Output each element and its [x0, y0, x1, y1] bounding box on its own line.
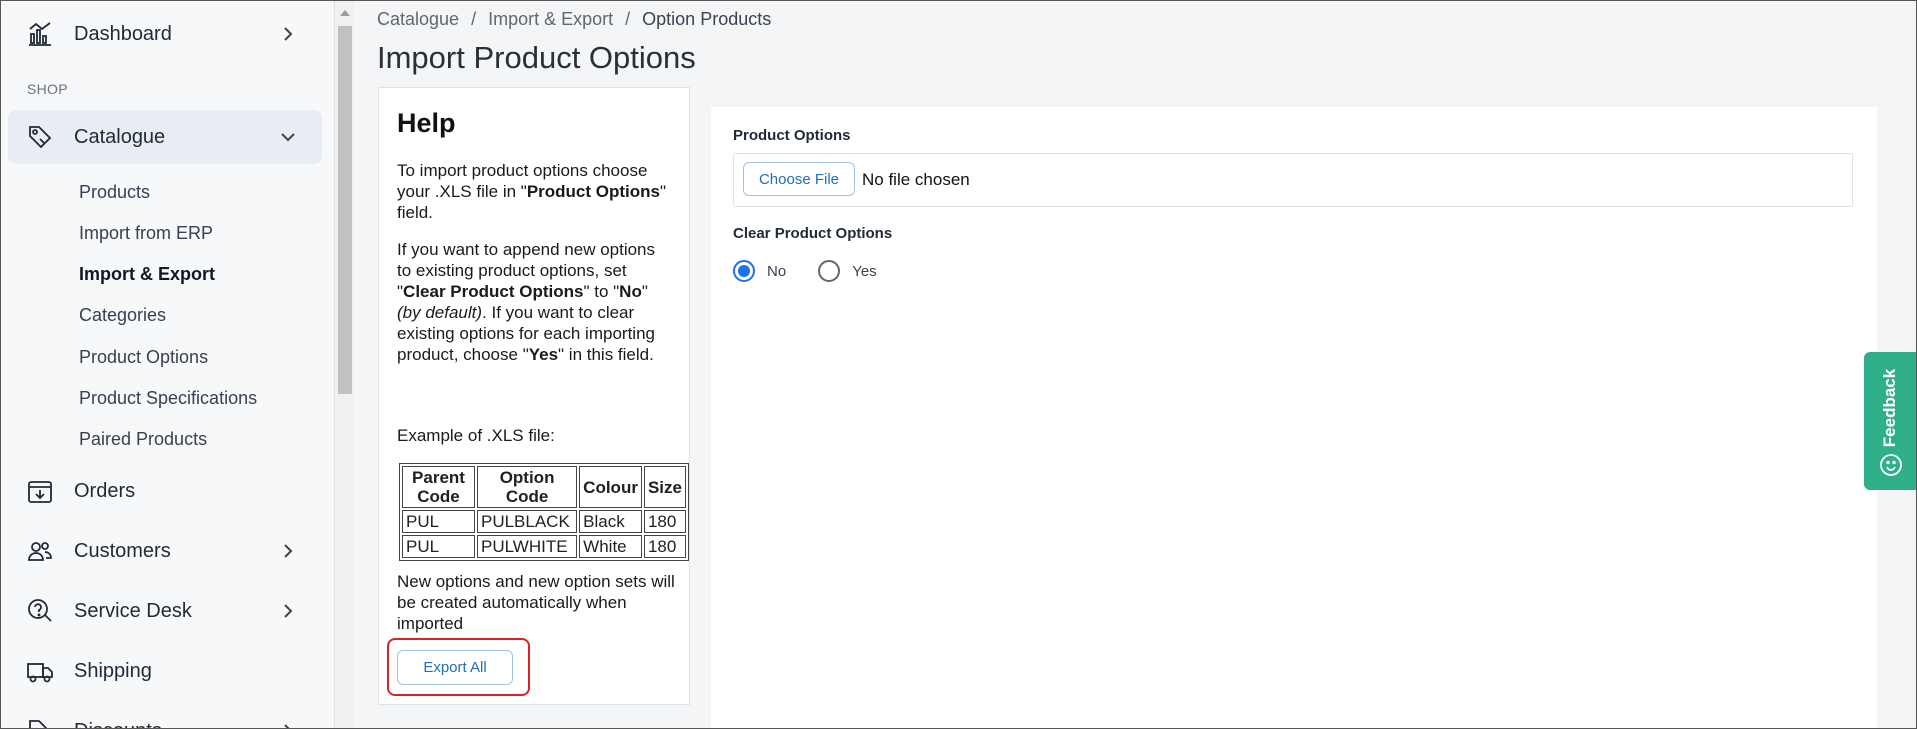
sidebar-item-discounts[interactable]: Discounts: [8, 704, 322, 729]
radio-no-label[interactable]: No: [767, 263, 786, 280]
example-xls-table: Parent Code Option Code Colour Size PUL …: [399, 463, 689, 561]
sidebar-subitem-product-options[interactable]: Product Options: [79, 347, 208, 368]
sidebar: Dashboard SHOP Catalogue Products Import…: [0, 0, 334, 729]
help-paragraph-2: If you want to append new options to exi…: [397, 240, 656, 364]
sidebar-label-catalogue: Catalogue: [74, 125, 166, 148]
chevron-right-icon: [284, 27, 293, 41]
sidebar-item-shipping[interactable]: Shipping: [8, 644, 322, 698]
main-content: Catalogue / Import & Export / Option Pro…: [354, 0, 1917, 729]
product-options-file-input[interactable]: Choose File No file chosen: [733, 153, 1853, 207]
sidebar-label-shipping: Shipping: [74, 659, 152, 682]
help-paragraph-1: To import product options choose your .X…: [397, 161, 667, 222]
sidebar-subitem-import-from-erp[interactable]: Import from ERP: [79, 223, 213, 244]
table-header: Option Code: [476, 466, 578, 508]
help-card: Help To import product options choose yo…: [378, 87, 690, 705]
product-options-label: Product Options: [733, 127, 851, 144]
sidebar-item-service-desk[interactable]: Service Desk: [8, 584, 322, 638]
table-header: Parent Code: [402, 466, 475, 508]
table-cell: PUL: [402, 535, 475, 558]
choose-file-button[interactable]: Choose File: [743, 162, 855, 196]
sidebar-subitem-paired-products[interactable]: Paired Products: [79, 429, 207, 450]
export-all-button[interactable]: Export All: [397, 650, 513, 685]
file-status-text: No file chosen: [862, 170, 970, 189]
sidebar-label-orders: Orders: [74, 479, 136, 502]
help-title: Help: [397, 108, 456, 138]
page-title: Import Product Options: [377, 40, 696, 75]
table-cell: Black: [579, 510, 642, 533]
breadcrumb-separator: /: [625, 9, 631, 29]
chevron-right-icon: [284, 544, 293, 558]
sidebar-item-dashboard[interactable]: Dashboard: [8, 7, 322, 61]
feedback-label-wrap: Feedback: [1872, 360, 1908, 456]
sidebar-scrollbar[interactable]: [334, 0, 354, 729]
smiley-icon: [1880, 454, 1902, 476]
breadcrumb-catalogue[interactable]: Catalogue: [377, 9, 459, 30]
breadcrumb-separator: /: [471, 9, 477, 29]
table-cell: PULBLACK: [476, 510, 578, 533]
table-cell: 180: [643, 535, 686, 558]
help-footer-note: New options and new option sets will be …: [397, 572, 675, 633]
tag-icon: [26, 123, 54, 151]
feedback-label: Feedback: [1880, 368, 1899, 448]
users-icon: [26, 537, 54, 565]
radio-yes[interactable]: [818, 260, 841, 282]
table-header: Colour: [579, 466, 642, 508]
sidebar-label-service-desk: Service Desk: [74, 599, 192, 622]
sidebar-item-customers[interactable]: Customers: [8, 524, 322, 578]
clear-options-radio-group: No Yes: [733, 260, 909, 282]
sidebar-subitem-products[interactable]: Products: [79, 182, 150, 203]
chevron-right-icon: [284, 724, 291, 729]
sidebar-label-dashboard: Dashboard: [74, 22, 172, 45]
box-download-icon: [26, 477, 54, 505]
table-row: PUL PULWHITE White 180: [402, 535, 686, 558]
breadcrumb: Catalogue / Import & Export / Option Pro…: [377, 9, 771, 30]
chevron-down-icon: [281, 133, 295, 142]
table-cell: White: [579, 535, 642, 558]
sidebar-label-customers: Customers: [74, 539, 171, 562]
table-cell: PUL: [402, 510, 475, 533]
table-cell: 180: [643, 510, 686, 533]
help-example-label: Example of .XLS file:: [397, 426, 555, 445]
import-form-card: Product Options Choose File No file chos…: [711, 107, 1877, 729]
clear-product-options-label: Clear Product Options: [733, 225, 893, 242]
scroll-up-arrow-icon[interactable]: [340, 10, 350, 16]
table-row: PUL PULBLACK Black 180: [402, 510, 686, 533]
sidebar-subitem-product-specifications[interactable]: Product Specifications: [79, 388, 257, 409]
feedback-tab[interactable]: Feedback: [1864, 352, 1917, 490]
sidebar-item-orders[interactable]: Orders: [8, 464, 322, 518]
sidebar-subitem-categories[interactable]: Categories: [79, 305, 166, 326]
sidebar-subitem-import-export[interactable]: Import & Export: [79, 264, 215, 285]
discount-tag-icon: [26, 717, 54, 729]
table-cell: PULWHITE: [476, 535, 578, 558]
sidebar-item-catalogue[interactable]: Catalogue: [8, 110, 322, 164]
table-header-row: Parent Code Option Code Colour Size: [402, 466, 686, 508]
help-chat-icon: [26, 597, 54, 625]
radio-no[interactable]: [733, 260, 755, 282]
breadcrumb-import-export[interactable]: Import & Export: [488, 9, 613, 30]
dashboard-icon: [26, 20, 54, 48]
table-header: Size: [643, 466, 686, 508]
scrollbar-thumb[interactable]: [338, 26, 352, 394]
truck-icon: [26, 657, 54, 685]
sidebar-label-discounts: Discounts: [74, 720, 162, 729]
radio-yes-label[interactable]: Yes: [852, 263, 876, 280]
chevron-right-icon: [284, 604, 293, 618]
breadcrumb-option-products: Option Products: [642, 9, 772, 29]
section-label-shop: SHOP: [27, 81, 68, 97]
